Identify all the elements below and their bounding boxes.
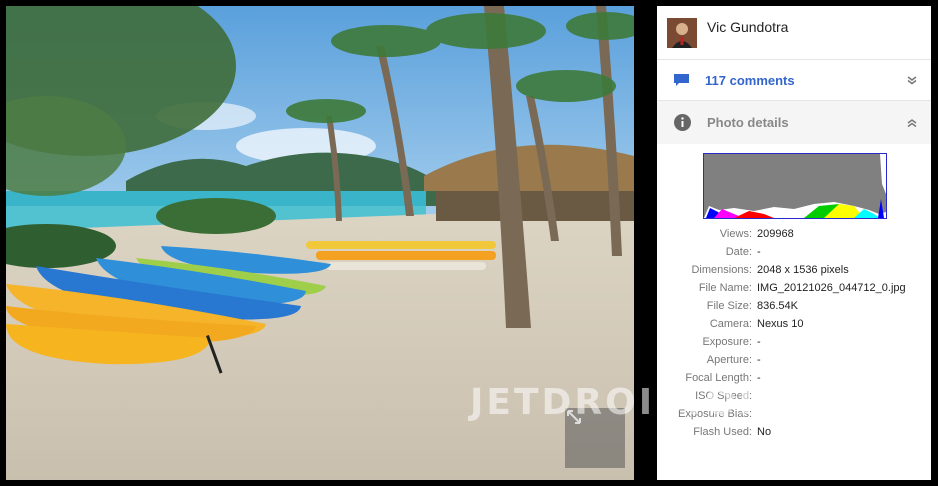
detail-value: 836.54K xyxy=(757,300,798,312)
detail-key: File Name: xyxy=(698,282,752,294)
avatar-image xyxy=(667,17,697,48)
detail-value: Nexus 10 xyxy=(757,318,804,330)
author-row: Vic Gundotra xyxy=(657,6,931,60)
detail-key: Focal Length: xyxy=(685,372,752,384)
comments-toggle[interactable]: 117 comments xyxy=(657,60,931,101)
beach-photo xyxy=(6,6,634,480)
detail-row-date: Date: - xyxy=(657,243,931,261)
info-panel: Vic Gundotra 117 comments Photo details xyxy=(657,6,931,480)
detail-key: Dimensions: xyxy=(691,264,752,276)
detail-row-dimensions: Dimensions: 2048 x 1536 pixels xyxy=(657,261,931,279)
detail-row-focal-length: Focal Length: - xyxy=(657,369,931,387)
detail-row-views: Views: 209968 xyxy=(657,225,931,243)
detail-row-iso: ISO Speed: xyxy=(657,387,931,405)
photo-details-toggle[interactable]: Photo details xyxy=(657,101,931,144)
detail-row-filename: File Name: IMG_20121026_044712_0.jpg xyxy=(657,279,931,297)
detail-value: - xyxy=(757,336,761,348)
detail-value: - xyxy=(757,372,761,384)
photo-viewer[interactable] xyxy=(6,6,634,480)
histogram xyxy=(703,153,887,219)
detail-key: Exposure: xyxy=(702,336,752,348)
detail-row-aperture: Aperture: - xyxy=(657,351,931,369)
detail-key: Aperture: xyxy=(706,354,752,366)
photo-details-table: Views: 209968 Date: - Dimensions: 2048 x… xyxy=(657,225,931,441)
detail-value: - xyxy=(757,246,761,258)
detail-key: Flash Used: xyxy=(693,426,752,438)
detail-value: 209968 xyxy=(757,228,794,240)
detail-key: Date: xyxy=(725,246,752,258)
detail-key: Exposure Bias: xyxy=(678,408,752,420)
author-name[interactable]: Vic Gundotra xyxy=(707,19,788,35)
comment-bubble-icon xyxy=(674,73,689,86)
detail-value: IMG_20121026_044712_0.jpg xyxy=(757,282,906,294)
detail-value: 2048 x 1536 pixels xyxy=(757,264,849,276)
detail-key: File Size: xyxy=(706,300,752,312)
detail-row-exposure: Exposure: - xyxy=(657,333,931,351)
detail-key: Views: xyxy=(719,228,752,240)
detail-value: No xyxy=(757,426,772,438)
detail-row-flash: Flash Used: No xyxy=(657,423,931,441)
comments-count: 117 comments xyxy=(705,72,795,88)
chevron-double-up-icon xyxy=(907,118,917,127)
detail-row-camera: Camera: Nexus 10 xyxy=(657,315,931,333)
expand-arrows-icon xyxy=(567,410,581,424)
detail-row-filesize: File Size: 836.54K xyxy=(657,297,931,315)
chevron-double-down-icon xyxy=(907,76,917,85)
histogram-graph xyxy=(704,154,886,218)
avatar[interactable] xyxy=(667,17,697,48)
expand-button[interactable] xyxy=(565,408,625,468)
detail-row-exposure-bias: Exposure Bias: xyxy=(657,405,931,423)
info-icon xyxy=(674,114,691,131)
detail-key: Camera: xyxy=(709,318,752,330)
detail-value: - xyxy=(757,354,761,366)
photo-details-label: Photo details xyxy=(707,115,789,130)
detail-key: ISO Speed: xyxy=(695,390,752,402)
